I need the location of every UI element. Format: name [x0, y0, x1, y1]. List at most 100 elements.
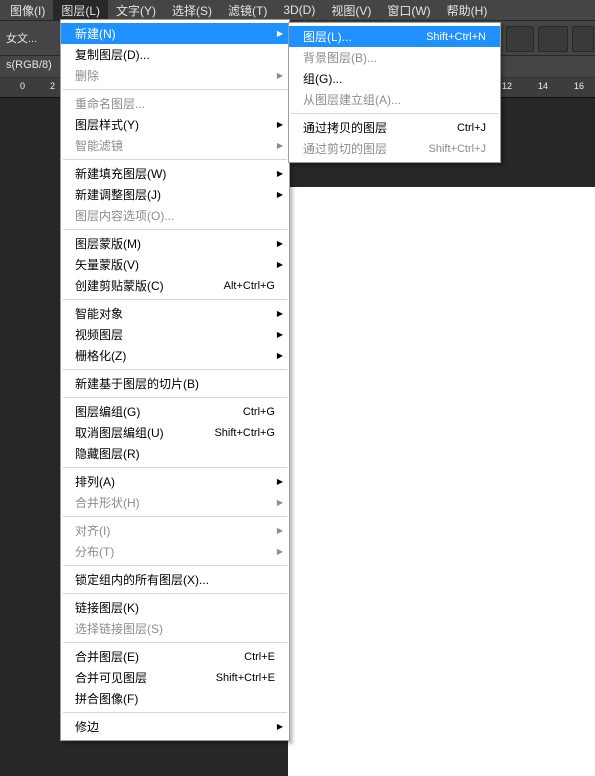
tool-option-button-3[interactable]	[572, 26, 594, 52]
menu-item-label: 排列(A)	[75, 473, 283, 490]
ruler-tick: 14	[538, 81, 548, 91]
tab-document-name[interactable]: 女文...	[0, 28, 43, 50]
menu-item-hide-layers[interactable]: 隐藏图层(R)	[61, 443, 289, 464]
menu-item-layer-mask[interactable]: 图层蒙版(M)	[61, 233, 289, 254]
menu-item-label: 通过拷贝的图层	[303, 119, 457, 136]
menu-item-rasterize[interactable]: 栅格化(Z)	[61, 345, 289, 366]
menu-item-distribute[interactable]: 分布(T)	[61, 541, 289, 562]
menu-item-shortcut: Shift+Ctrl+J	[429, 143, 486, 155]
menu-window[interactable]: 窗口(W)	[379, 0, 438, 22]
menu-item-label: 视频图层	[75, 326, 283, 343]
menu-item-label: 新建调整图层(J)	[75, 186, 283, 203]
menu-separator	[63, 593, 287, 594]
menu-item-group-layers[interactable]: 图层编组(G) Ctrl+G	[61, 401, 289, 422]
menu-separator	[63, 467, 287, 468]
document-color-mode: s(RGB/8)	[0, 59, 58, 71]
tool-option-button-1[interactable]	[506, 26, 534, 52]
submenu-item-group-from-layers[interactable]: 从图层建立组(A)...	[289, 89, 500, 110]
submenu-item-bg-layer[interactable]: 背景图层(B)...	[289, 47, 500, 68]
menu-separator	[291, 113, 498, 114]
menu-separator	[63, 369, 287, 370]
tool-option-button-2[interactable]	[538, 26, 568, 52]
menu-item-rename-layer[interactable]: 重命名图层...	[61, 93, 289, 114]
menu-item-smart-object[interactable]: 智能对象	[61, 303, 289, 324]
menu-separator	[63, 229, 287, 230]
menu-item-shortcut: Ctrl+G	[243, 406, 275, 418]
menu-item-label: 锁定组内的所有图层(X)...	[75, 571, 283, 588]
submenu-item-layer[interactable]: 图层(L)... Shift+Ctrl+N	[289, 26, 500, 47]
menu-item-label: 图层蒙版(M)	[75, 235, 283, 252]
menu-item-copy-layer[interactable]: 复制图层(D)...	[61, 44, 289, 65]
menu-item-label: 从图层建立组(A)...	[303, 91, 494, 108]
menu-item-label: 复制图层(D)...	[75, 46, 283, 63]
menu-item-video-layer[interactable]: 视频图层	[61, 324, 289, 345]
menu-item-link-layers[interactable]: 链接图层(K)	[61, 597, 289, 618]
menu-item-label: 修边	[75, 718, 283, 735]
new-submenu-dropdown: 图层(L)... Shift+Ctrl+N 背景图层(B)... 组(G)...…	[288, 22, 501, 163]
menu-item-label: 新建填充图层(W)	[75, 165, 283, 182]
menu-item-label: 合并图层(E)	[75, 648, 244, 665]
menu-item-select-linked[interactable]: 选择链接图层(S)	[61, 618, 289, 639]
menu-separator	[63, 642, 287, 643]
menu-item-smart-filter[interactable]: 智能滤镜	[61, 135, 289, 156]
submenu-item-group[interactable]: 组(G)...	[289, 68, 500, 89]
menu-separator	[63, 299, 287, 300]
menu-item-delete[interactable]: 删除	[61, 65, 289, 86]
ruler-tick: 16	[574, 81, 584, 91]
menu-separator	[63, 516, 287, 517]
menu-separator	[63, 397, 287, 398]
menu-item-new-adjust-layer[interactable]: 新建调整图层(J)	[61, 184, 289, 205]
menu-separator	[63, 712, 287, 713]
menu-separator	[63, 159, 287, 160]
menu-item-combine-shapes[interactable]: 合并形状(H)	[61, 492, 289, 513]
menu-image[interactable]: 图像(I)	[2, 0, 53, 22]
menu-item-shortcut: Shift+Ctrl+E	[216, 672, 275, 684]
menu-item-arrange[interactable]: 排列(A)	[61, 471, 289, 492]
menu-item-label: 重命名图层...	[75, 95, 283, 112]
menu-item-label: 矢量蒙版(V)	[75, 256, 283, 273]
menu-item-layer-style[interactable]: 图层样式(Y)	[61, 114, 289, 135]
menu-bar: 图像(I) 图层(L) 文字(Y) 选择(S) 滤镜(T) 3D(D) 视图(V…	[0, 0, 595, 20]
menu-item-shortcut: Shift+Ctrl+G	[214, 427, 275, 439]
menu-item-lock-all[interactable]: 锁定组内的所有图层(X)...	[61, 569, 289, 590]
menu-view[interactable]: 视图(V)	[323, 0, 379, 22]
menu-item-merge-layers[interactable]: 合并图层(E) Ctrl+E	[61, 646, 289, 667]
layer-menu-dropdown: 新建(N) 复制图层(D)... 删除 重命名图层... 图层样式(Y) 智能滤…	[60, 19, 290, 741]
menu-item-label: 拼合图像(F)	[75, 690, 283, 707]
menu-item-label: 分布(T)	[75, 543, 283, 560]
menu-item-merge-visible[interactable]: 合并可见图层 Shift+Ctrl+E	[61, 667, 289, 688]
menu-item-create-clip-mask[interactable]: 创建剪贴蒙版(C) Alt+Ctrl+G	[61, 275, 289, 296]
menu-item-matte[interactable]: 修边	[61, 716, 289, 737]
ruler-tick: 2	[50, 81, 55, 91]
menu-item-label: 新建(N)	[75, 25, 283, 42]
menu-item-label: 栅格化(Z)	[75, 347, 283, 364]
ruler-tick: 12	[502, 81, 512, 91]
menu-item-new-slice[interactable]: 新建基于图层的切片(B)	[61, 373, 289, 394]
menu-item-label: 新建基于图层的切片(B)	[75, 375, 283, 392]
ruler-tick: 0	[20, 81, 25, 91]
menu-item-label: 取消图层编组(U)	[75, 424, 214, 441]
menu-item-flatten[interactable]: 拼合图像(F)	[61, 688, 289, 709]
menu-item-shortcut: Shift+Ctrl+N	[426, 31, 486, 43]
menu-item-label: 智能对象	[75, 305, 283, 322]
menu-item-label: 创建剪贴蒙版(C)	[75, 277, 224, 294]
menu-item-label: 组(G)...	[303, 70, 494, 87]
menu-item-label: 隐藏图层(R)	[75, 445, 283, 462]
menu-item-shortcut: Ctrl+E	[244, 651, 275, 663]
menu-3d[interactable]: 3D(D)	[275, 0, 323, 20]
menu-item-align[interactable]: 对齐(I)	[61, 520, 289, 541]
menu-item-label: 智能滤镜	[75, 137, 283, 154]
menu-item-new-fill-layer[interactable]: 新建填充图层(W)	[61, 163, 289, 184]
menu-item-layer-content-options[interactable]: 图层内容选项(O)...	[61, 205, 289, 226]
menu-item-ungroup-layers[interactable]: 取消图层编组(U) Shift+Ctrl+G	[61, 422, 289, 443]
menu-item-label: 选择链接图层(S)	[75, 620, 283, 637]
submenu-item-via-copy[interactable]: 通过拷贝的图层 Ctrl+J	[289, 117, 500, 138]
menu-item-label: 合并形状(H)	[75, 494, 283, 511]
menu-item-new[interactable]: 新建(N)	[61, 23, 289, 44]
submenu-item-via-cut[interactable]: 通过剪切的图层 Shift+Ctrl+J	[289, 138, 500, 159]
menu-item-label: 合并可见图层	[75, 669, 216, 686]
menu-item-label: 对齐(I)	[75, 522, 283, 539]
menu-item-vector-mask[interactable]: 矢量蒙版(V)	[61, 254, 289, 275]
menu-item-label: 图层(L)...	[303, 28, 426, 45]
menu-help[interactable]: 帮助(H)	[439, 0, 496, 22]
